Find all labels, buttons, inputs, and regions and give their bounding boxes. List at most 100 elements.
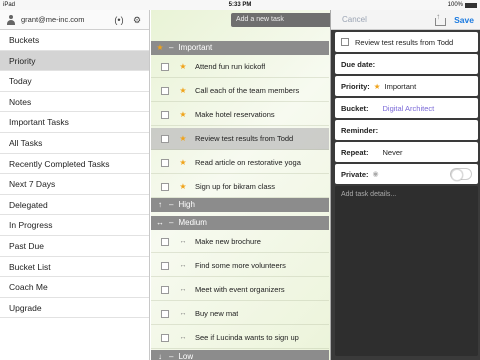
priority-field[interactable]: Priority: ★ Important: [335, 76, 478, 96]
task-row[interactable]: ★ Attend fun run kickoff: [151, 56, 329, 78]
cancel-button[interactable]: Cancel: [342, 15, 367, 24]
task-title: Meet with event organizers: [195, 285, 285, 294]
account-email[interactable]: grant@me-inc.com: [21, 15, 107, 24]
task-details-input[interactable]: Add task details...: [335, 186, 478, 356]
repeat-field[interactable]: Repeat: Never: [335, 142, 478, 162]
due-date-field[interactable]: Due date:: [335, 54, 478, 74]
eye-icon: ◉: [372, 171, 379, 178]
task-checkbox[interactable]: [161, 110, 169, 119]
detail-toolbar: Cancel Save: [331, 10, 480, 30]
task-title: See if Lucinda wants to sign up: [195, 333, 299, 342]
collapse-icon[interactable]: –: [169, 350, 173, 360]
sidebar-item-past-due[interactable]: Past Due: [0, 236, 149, 257]
private-field: Private: ◉: [335, 164, 478, 184]
task-checkbox[interactable]: [161, 309, 169, 318]
task-checkbox[interactable]: [161, 333, 169, 342]
arrow-both-icon[interactable]: ↔: [178, 238, 188, 245]
task-title: Review test results from Todd: [195, 134, 294, 143]
task-row[interactable]: ↔ Find some more volunteers: [151, 255, 329, 277]
arrow-both-icon[interactable]: ↔: [178, 286, 188, 293]
task-row[interactable]: ★ Sign up for bikram class: [151, 176, 329, 198]
task-row[interactable]: ↔ Buy new mat: [151, 303, 329, 325]
task-row[interactable]: ★ Call each of the team members: [151, 80, 329, 102]
task-row[interactable]: ↔ See if Lucinda wants to sign up: [151, 327, 329, 349]
priority-label: Priority:: [341, 81, 370, 91]
sync-icon[interactable]: (•): [113, 14, 125, 26]
task-checkbox[interactable]: [161, 182, 169, 191]
star-icon[interactable]: ★: [178, 62, 188, 71]
task-title: Find some more volunteers: [195, 261, 286, 270]
task-title: Sign up for bikram class: [195, 182, 276, 191]
user-icon[interactable]: [6, 14, 16, 25]
star-icon[interactable]: ★: [178, 110, 188, 119]
group-header-important[interactable]: ★ – Important: [151, 41, 329, 55]
sidebar-item-upgrade[interactable]: Upgrade: [0, 298, 149, 319]
task-checkbox[interactable]: [161, 158, 169, 167]
task-checkbox[interactable]: [161, 285, 169, 294]
task-checkbox[interactable]: [161, 134, 169, 143]
task-checkbox[interactable]: [161, 62, 169, 71]
sidebar-item-today[interactable]: Today: [0, 71, 149, 92]
sidebar-item-coach-me[interactable]: Coach Me: [0, 277, 149, 298]
collapse-icon[interactable]: –: [169, 216, 173, 230]
task-row[interactable]: ↔ Meet with event organizers: [151, 279, 329, 301]
group-label: Low: [178, 352, 194, 360]
bucket-field[interactable]: Bucket: Digital Architect: [335, 98, 478, 118]
task-row[interactable]: ★ Review test results from Todd: [151, 128, 329, 150]
private-label: Private:: [341, 169, 369, 179]
priority-value[interactable]: Important: [385, 82, 417, 91]
task-title-text[interactable]: Review test results from Todd: [355, 38, 453, 47]
sidebar-item-in-progress[interactable]: In Progress: [0, 215, 149, 236]
task-row[interactable]: ★ Make hotel reservations: [151, 104, 329, 126]
task-checkbox[interactable]: [161, 261, 169, 270]
arrow-both-icon[interactable]: ↔: [178, 334, 188, 341]
share-icon[interactable]: [435, 12, 447, 26]
sidebar-item-buckets[interactable]: Buckets: [0, 30, 149, 51]
collapse-icon[interactable]: –: [169, 198, 173, 212]
sidebar-item-important-tasks[interactable]: Important Tasks: [0, 112, 149, 133]
bucket-value[interactable]: Digital Architect: [383, 104, 435, 113]
detail-task-title[interactable]: Review test results from Todd: [335, 32, 478, 52]
arrow-both-icon[interactable]: ↔: [178, 310, 188, 317]
arrow-down-icon: ↓: [158, 352, 162, 360]
arrow-both-icon[interactable]: ↔: [178, 262, 188, 269]
task-title: Read article on restorative yoga: [195, 158, 301, 167]
repeat-value[interactable]: Never: [383, 148, 403, 157]
star-icon[interactable]: ★: [178, 158, 188, 167]
reminder-field[interactable]: Reminder:: [335, 120, 478, 140]
sidebar-item-next-7-days[interactable]: Next 7 Days: [0, 174, 149, 195]
due-date-label: Due date:: [341, 59, 376, 69]
task-row[interactable]: ↔ Make new brochure: [151, 231, 329, 253]
star-icon[interactable]: ★: [178, 134, 188, 143]
collapse-icon[interactable]: –: [169, 41, 173, 55]
sidebar: grant@me-inc.com (•) ⚙ Buckets Priority To…: [0, 10, 150, 360]
task-checkbox[interactable]: [161, 237, 169, 246]
task-title: Make hotel reservations: [195, 110, 275, 119]
clock: 5:33 PM: [228, 2, 252, 8]
sidebar-nav: Buckets Priority Today Notes Important Tasks…: [0, 30, 149, 319]
star-icon[interactable]: ★: [178, 86, 188, 95]
arrow-up-icon: ↑: [158, 200, 162, 209]
arrow-both-icon: ↔: [156, 218, 164, 227]
task-row[interactable]: ★ Read article on restorative yoga: [151, 152, 329, 174]
sidebar-item-priority[interactable]: Priority: [0, 50, 149, 72]
private-toggle[interactable]: [450, 168, 472, 181]
star-icon: ★: [156, 43, 164, 52]
account-bar: grant@me-inc.com (•) ⚙: [0, 10, 149, 30]
sidebar-item-recently-completed-tasks[interactable]: Recently Completed Tasks: [0, 154, 149, 175]
group-header-high[interactable]: ↑ – High: [151, 198, 329, 212]
group-header-medium[interactable]: ↔ – Medium: [151, 216, 329, 230]
save-button[interactable]: Save: [454, 15, 474, 25]
star-icon[interactable]: ★: [178, 182, 188, 191]
task-checkbox[interactable]: [341, 38, 349, 46]
task-title: Attend fun run kickoff: [195, 62, 266, 71]
battery-icon: [465, 2, 477, 8]
gear-icon[interactable]: ⚙: [131, 14, 143, 26]
sidebar-item-delegated[interactable]: Delegated: [0, 195, 149, 216]
group-header-low[interactable]: ↓ – Low: [151, 350, 329, 360]
sidebar-item-all-tasks[interactable]: All Tasks: [0, 133, 149, 154]
task-checkbox[interactable]: [161, 86, 169, 95]
star-icon: ★: [373, 81, 381, 91]
sidebar-item-notes[interactable]: Notes: [0, 92, 149, 113]
sidebar-item-bucket-list[interactable]: Bucket List: [0, 257, 149, 278]
